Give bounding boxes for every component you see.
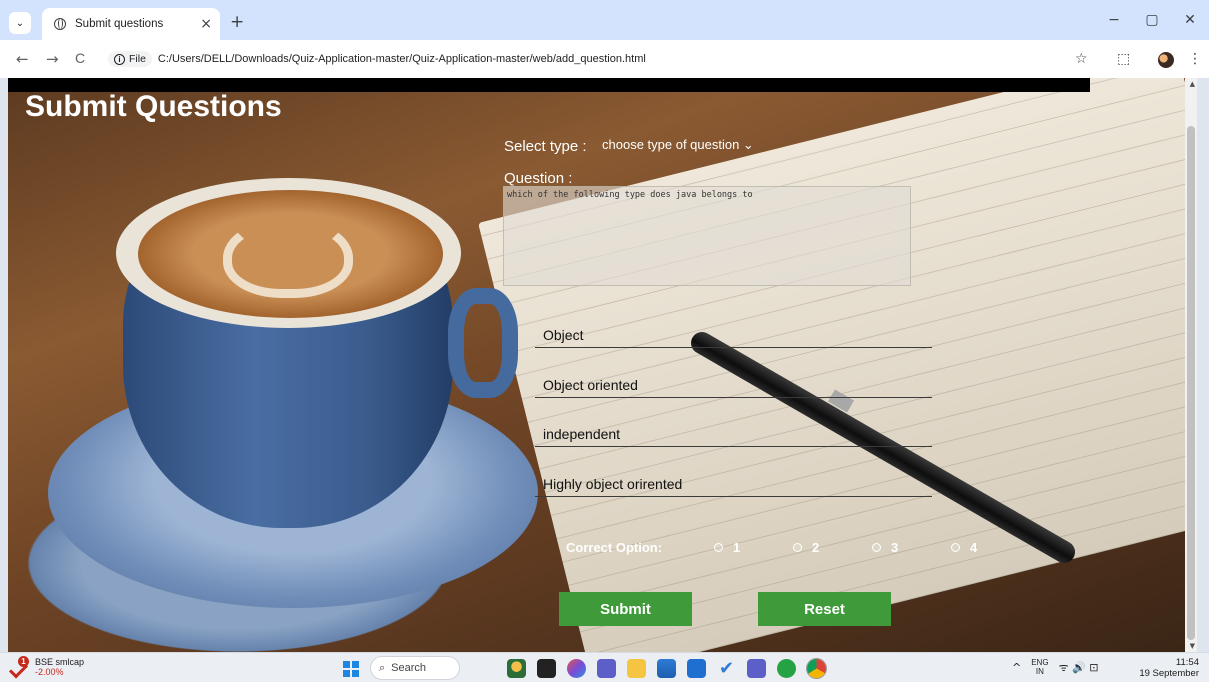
select-type-label: Select type : <box>504 138 587 155</box>
windows-start-icon[interactable] <box>343 661 359 677</box>
forward-button[interactable]: → <box>46 50 59 68</box>
reset-button[interactable]: Reset <box>758 592 891 626</box>
correct-option-1[interactable]: 1 <box>714 540 740 555</box>
scrollbar-thumb[interactable] <box>1187 126 1195 640</box>
radio-label: 2 <box>812 540 820 555</box>
clock-date: 19 September <box>1139 668 1199 679</box>
radio-button[interactable] <box>951 543 960 552</box>
page-title: Submit Questions <box>25 90 282 123</box>
notification-badge: 1 <box>18 656 29 667</box>
teams-icon[interactable] <box>597 659 616 678</box>
clock-time: 11:54 <box>1175 657 1199 668</box>
back-button[interactable]: ← <box>16 50 29 68</box>
tab-submit-questions[interactable]: Submit questions × <box>42 8 220 40</box>
close-tab-button[interactable]: × <box>200 16 212 32</box>
chrome-icon[interactable] <box>807 659 826 678</box>
radio-label: 4 <box>970 540 978 555</box>
close-window-button[interactable]: ✕ <box>1171 0 1209 40</box>
taskbar-search[interactable]: ⌕ Search <box>370 656 460 680</box>
mascot-app-icon[interactable] <box>507 659 526 678</box>
language-indicator[interactable]: ENG IN <box>1031 658 1048 676</box>
option-2-input[interactable]: Object oriented <box>535 368 932 398</box>
whatsapp-icon[interactable] <box>777 659 796 678</box>
question-type-select[interactable]: choose type of question ⌄ <box>602 137 754 153</box>
info-icon: i <box>114 53 125 65</box>
stock-name: BSE smlcap <box>35 657 85 667</box>
radio-label: 1 <box>733 540 741 555</box>
profile-avatar[interactable] <box>1158 52 1174 68</box>
teams-work-icon[interactable] <box>747 659 766 678</box>
restore-button[interactable]: ▢ <box>1133 0 1171 40</box>
network-volume-battery-icons[interactable]: ᯤ 🔊 ⊡ <box>1059 660 1099 675</box>
stock-down-icon: 1 <box>10 656 30 676</box>
browser-tabstrip: ⌄ Submit questions × + − ▢ ✕ <box>0 0 1209 40</box>
tray-overflow-icon[interactable]: ^ <box>1012 661 1021 674</box>
radio-label: 3 <box>891 540 899 555</box>
todo-check-icon[interactable]: ✔ <box>717 659 736 678</box>
search-icon: ⌕ <box>379 661 386 674</box>
submit-button[interactable]: Submit <box>559 592 692 626</box>
notebook-image <box>478 78 1197 652</box>
taskbar-apps: ✔ <box>507 659 826 678</box>
bookmark-star-icon[interactable]: ☆ <box>1075 51 1088 67</box>
language-bottom: IN <box>1035 667 1044 676</box>
url-text[interactable]: C:/Users/DELL/Downloads/Quiz-Application… <box>158 53 646 65</box>
correct-option-4[interactable]: 4 <box>951 540 977 555</box>
new-tab-button[interactable]: + <box>230 12 244 32</box>
copilot-icon[interactable] <box>567 659 586 678</box>
globe-icon <box>54 18 66 30</box>
file-explorer-icon[interactable] <box>627 659 646 678</box>
radio-button[interactable] <box>872 543 881 552</box>
radio-button[interactable] <box>793 543 802 552</box>
cup-handle-image <box>448 288 518 398</box>
latte-art-image <box>223 218 353 298</box>
correct-option-2[interactable]: 2 <box>793 540 819 555</box>
reload-button[interactable]: C <box>75 50 85 66</box>
scroll-up-icon[interactable]: ▲ <box>1190 80 1195 88</box>
language-top: ENG <box>1031 658 1049 667</box>
store-icon[interactable] <box>687 659 706 678</box>
menu-kebab-icon[interactable]: ⋮ <box>1188 51 1202 67</box>
stock-change: -2.00% <box>35 667 64 677</box>
outlook-icon[interactable] <box>657 659 676 678</box>
site-info-button[interactable]: i File <box>108 51 152 67</box>
vertical-scrollbar[interactable]: ▲ ▼ <box>1185 78 1197 652</box>
address-bar[interactable]: i File C:/Users/DELL/Downloads/Quiz-Appl… <box>100 46 1105 72</box>
tab-list-button[interactable]: ⌄ <box>9 12 31 34</box>
browser-toolbar: ← → C i File C:/Users/DELL/Downloads/Qui… <box>0 40 1209 78</box>
windows-taskbar: 1 BSE smlcap -2.00% ⌕ Search ✔ ^ ENG IN … <box>0 652 1209 682</box>
extensions-icon[interactable]: ⬚ <box>1117 51 1130 67</box>
site-info-label: File <box>129 53 146 65</box>
radio-button[interactable] <box>714 543 723 552</box>
search-label: Search <box>391 662 427 674</box>
question-label: Question : <box>504 170 573 187</box>
option-1-input[interactable]: Object <box>535 318 932 348</box>
page-viewport: Submit Questions Select type : choose ty… <box>8 78 1197 652</box>
system-tray: ^ ENG IN ᯤ 🔊 ⊡ <box>1012 658 1099 676</box>
task-view-icon[interactable] <box>537 659 556 678</box>
minimize-button[interactable]: − <box>1095 0 1133 40</box>
option-4-input[interactable]: Highly object orirented <box>535 467 932 497</box>
option-3-input[interactable]: independent <box>535 417 932 447</box>
question-textarea[interactable]: which of the following type does java be… <box>503 186 911 286</box>
clock[interactable]: 11:54 19 September <box>1139 657 1199 679</box>
window-controls: − ▢ ✕ <box>1095 0 1209 40</box>
correct-option-3[interactable]: 3 <box>872 540 898 555</box>
scroll-down-icon[interactable]: ▼ <box>1190 642 1195 650</box>
correct-option-label: Correct Option: <box>566 540 663 555</box>
tab-title: Submit questions <box>75 18 164 30</box>
stock-widget[interactable]: 1 BSE smlcap -2.00% <box>10 656 84 677</box>
stock-text: BSE smlcap -2.00% <box>35 657 84 677</box>
